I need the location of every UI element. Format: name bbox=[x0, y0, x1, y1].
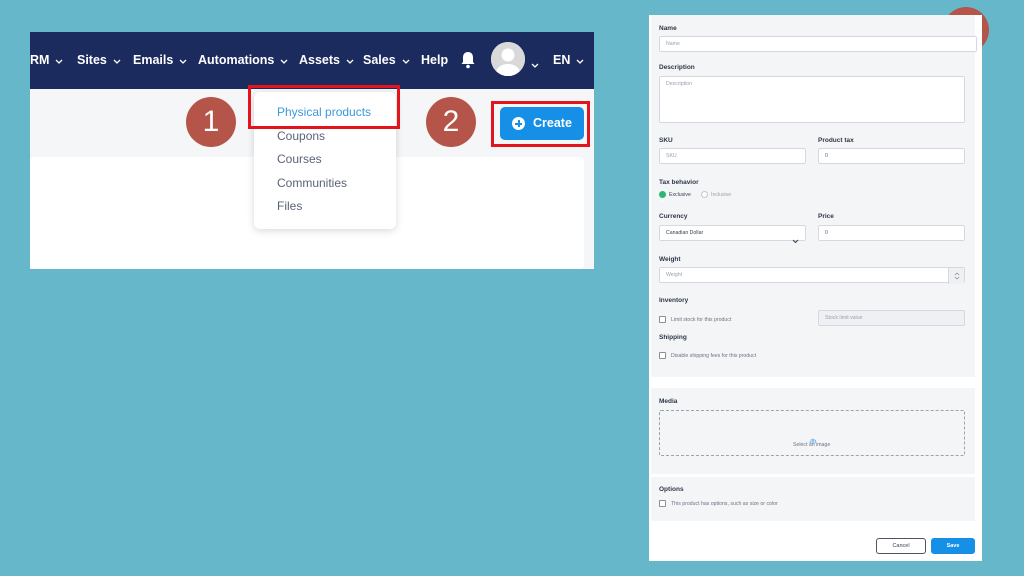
chevron-down-icon bbox=[280, 32, 288, 89]
save-button[interactable]: Save bbox=[931, 538, 975, 554]
nav-item-label: Help bbox=[421, 53, 449, 67]
nav-item-label: Automations bbox=[198, 53, 275, 67]
nav-item-automations[interactable]: Automations bbox=[198, 32, 288, 89]
nav-item-crm[interactable]: RM bbox=[30, 32, 63, 89]
chevron-down-icon bbox=[576, 32, 584, 89]
description-textarea[interactable]: Description bbox=[659, 76, 965, 123]
name-label: Name bbox=[659, 25, 677, 32]
menu-item-communities[interactable]: Communities bbox=[277, 176, 347, 190]
bell-icon[interactable] bbox=[460, 51, 476, 69]
currency-label: Currency bbox=[659, 213, 688, 220]
nav-item-label: RM bbox=[30, 53, 50, 67]
nav-item-sales[interactable]: Sales bbox=[363, 32, 410, 89]
number-stepper-icon[interactable] bbox=[948, 268, 964, 284]
weight-input[interactable]: Weight bbox=[659, 267, 965, 284]
radio-exclusive[interactable] bbox=[659, 191, 666, 203]
limit-stock-checkbox[interactable] bbox=[659, 316, 666, 323]
checkmark-icon bbox=[660, 198, 665, 203]
radio-inclusive-label: Inclusive bbox=[711, 192, 732, 198]
cancel-button[interactable]: Cancel bbox=[876, 538, 926, 554]
sku-label: SKU bbox=[659, 137, 673, 144]
nav-item-assets[interactable]: Assets bbox=[299, 32, 354, 89]
create-product-form: Name Name Description Description SKU SK… bbox=[649, 15, 982, 561]
nav-item-label: Assets bbox=[299, 53, 340, 67]
inventory-label: Inventory bbox=[659, 297, 689, 304]
radio-inclusive[interactable] bbox=[701, 191, 708, 198]
shipping-label: Shipping bbox=[659, 334, 687, 341]
currency-select[interactable]: Canadian Dollar bbox=[659, 225, 806, 244]
name-placeholder: Name bbox=[666, 41, 680, 47]
top-navigation-bar: RM Sites Emails Automations Assets Sales… bbox=[30, 32, 594, 89]
chevron-down-icon bbox=[113, 32, 121, 89]
product-tax-input[interactable]: 0 bbox=[818, 148, 965, 164]
weight-label: Weight bbox=[659, 256, 681, 263]
language-selector[interactable]: EN bbox=[553, 32, 584, 89]
language-label: EN bbox=[553, 53, 571, 67]
highlight-box-create bbox=[491, 101, 590, 147]
menu-item-coupons[interactable]: Coupons bbox=[277, 129, 325, 143]
weight-placeholder: Weight bbox=[666, 272, 683, 278]
name-input[interactable]: Name bbox=[659, 36, 977, 52]
sku-input[interactable]: SKU bbox=[659, 148, 806, 164]
limit-stock-label: Limit stock for this product bbox=[671, 317, 732, 323]
highlight-box-physical-products bbox=[248, 85, 400, 129]
nav-item-sites[interactable]: Sites bbox=[77, 32, 121, 89]
chevron-down-icon bbox=[179, 32, 187, 89]
menu-item-files[interactable]: Files bbox=[277, 199, 302, 213]
description-placeholder: Description bbox=[666, 81, 692, 87]
nav-item-label: Sites bbox=[77, 53, 107, 67]
nav-item-label: Emails bbox=[133, 53, 174, 67]
tax-behavior-label: Tax behavior bbox=[659, 179, 699, 186]
disable-shipping-label: Disable shipping fees for this product bbox=[671, 353, 757, 359]
media-label: Media bbox=[659, 398, 678, 405]
product-tax-value: 0 bbox=[825, 153, 828, 159]
user-silhouette-icon bbox=[491, 42, 525, 76]
price-label: Price bbox=[818, 213, 834, 220]
menu-item-courses[interactable]: Courses bbox=[277, 152, 322, 166]
disable-shipping-checkbox[interactable] bbox=[659, 352, 666, 359]
step-badge-2: 2 bbox=[426, 97, 476, 147]
description-label: Description bbox=[659, 64, 695, 71]
chevron-down-icon bbox=[792, 231, 799, 249]
app-screenshot-assets-menu: RM Sites Emails Automations Assets Sales… bbox=[30, 32, 594, 269]
chevron-down-icon[interactable] bbox=[531, 55, 539, 73]
nav-item-emails[interactable]: Emails bbox=[133, 32, 187, 89]
chevron-down-icon bbox=[55, 32, 63, 89]
sku-placeholder: SKU bbox=[666, 153, 677, 159]
chevron-down-icon bbox=[346, 32, 354, 89]
form-section-options bbox=[651, 477, 975, 521]
currency-value: Canadian Dollar bbox=[666, 230, 704, 236]
nav-item-label: Sales bbox=[363, 53, 396, 67]
product-options-label: This product has options, such as size o… bbox=[671, 501, 778, 507]
upload-label: Select an image bbox=[793, 442, 831, 448]
avatar[interactable] bbox=[491, 42, 525, 76]
options-label: Options bbox=[659, 486, 684, 493]
step-badge-1: 1 bbox=[186, 97, 236, 147]
price-input[interactable]: 0 bbox=[818, 225, 965, 241]
chevron-down-icon bbox=[402, 32, 410, 89]
product-options-checkbox[interactable] bbox=[659, 500, 666, 507]
product-tax-label: Product tax bbox=[818, 137, 854, 144]
image-upload-dropzone[interactable]: Select an image bbox=[659, 410, 965, 456]
stock-limit-input[interactable]: Stock limit value bbox=[818, 310, 965, 326]
price-value: 0 bbox=[825, 230, 828, 236]
nav-item-help[interactable]: Help bbox=[421, 32, 448, 89]
form-section-details: Name Name Description Description SKU SK… bbox=[651, 15, 977, 377]
radio-exclusive-label: Exclusive bbox=[669, 192, 691, 198]
stock-limit-placeholder: Stock limit value bbox=[825, 315, 863, 321]
